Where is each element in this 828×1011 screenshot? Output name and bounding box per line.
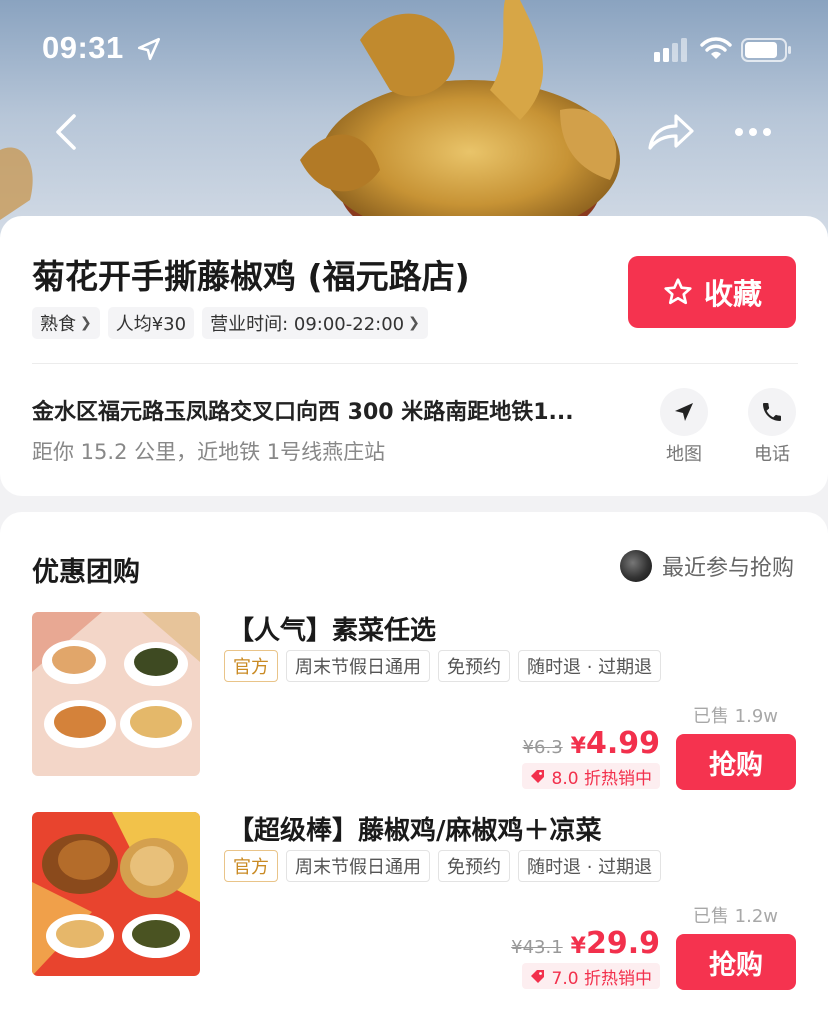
- discount-badge: 7.0 折热销中: [521, 963, 660, 989]
- avg-price-label: 人均¥30: [115, 314, 187, 335]
- sold-count: 已售 1.2w: [692, 906, 778, 927]
- deal-tag: 随时退 · 过期退: [518, 850, 662, 882]
- store-address[interactable]: 金水区福元路玉凤路交叉口向西 300 米路南距地铁1...: [32, 394, 574, 426]
- deal-image: [32, 812, 200, 976]
- original-price: ¥43.1: [511, 937, 563, 958]
- price-block: ¥43.1 ¥29.9 7.0 折热销中: [511, 926, 660, 989]
- chevron-right-icon: ❯: [80, 315, 92, 331]
- phone-button[interactable]: 电话: [737, 388, 807, 466]
- deal-item[interactable]: 【超级棒】藤椒鸡/麻椒鸡＋凉菜 官方 周末节假日通用 免预约 随时退 · 过期退…: [0, 808, 828, 990]
- map-label: 地图: [666, 444, 702, 465]
- avatar: [619, 550, 652, 582]
- official-tag: 官方: [224, 850, 278, 882]
- favorite-label: 收藏: [703, 277, 762, 311]
- deal-tag: 周末节假日通用: [286, 850, 430, 882]
- deal-tag: 随时退 · 过期退: [518, 650, 662, 682]
- discount-label: 8.0 折热销中: [551, 768, 652, 789]
- deal-title: 【人气】素菜任选: [228, 616, 437, 646]
- wifi-icon: [700, 37, 732, 59]
- price-value: 29.9: [585, 926, 660, 961]
- recent-buyers[interactable]: 最近参与抢购: [619, 550, 794, 582]
- store-distance: 距你 15.2 公里，近地铁 1号线燕庄站: [32, 440, 386, 464]
- divider: [32, 363, 798, 364]
- recent-buyers-label: 最近参与抢购: [661, 556, 794, 581]
- price-block: ¥6.3 ¥4.99 8.0 折热销中: [521, 726, 660, 789]
- buy-button[interactable]: 抢购: [676, 734, 796, 790]
- current-price: ¥4.99: [571, 726, 660, 761]
- deal-item[interactable]: 【人气】素菜任选 官方 周末节假日通用 免预约 随时退 · 过期退 已售 1.9…: [0, 608, 828, 790]
- more-icon[interactable]: [732, 118, 774, 146]
- status-bar: 09:31: [0, 30, 828, 70]
- deal-thumbnail[interactable]: [32, 612, 200, 776]
- price-value: 4.99: [585, 726, 660, 761]
- business-hours-tag[interactable]: 营业时间: 09:00-22:00 ❯: [202, 307, 428, 339]
- star-icon: [664, 278, 692, 305]
- currency-symbol: ¥: [570, 934, 586, 959]
- share-icon[interactable]: [646, 110, 696, 154]
- battery-icon: [741, 38, 791, 62]
- deal-tag: 免预约: [438, 850, 510, 882]
- original-price: ¥6.3: [522, 737, 563, 758]
- store-name: 菊花开手撕藤椒鸡 (福元路店): [32, 257, 470, 296]
- store-info-card: 菊花开手撕藤椒鸡 (福元路店) 收藏 熟食 ❯ 人均¥30 营业时间: 09:0…: [0, 216, 828, 496]
- avg-price-tag: 人均¥30: [107, 307, 195, 339]
- map-button[interactable]: 地图: [649, 388, 719, 466]
- deal-thumbnail[interactable]: [32, 812, 200, 976]
- category-tag[interactable]: 熟食 ❯: [32, 307, 100, 339]
- deal-tag: 周末节假日通用: [286, 650, 430, 682]
- deal-tag: 免预约: [438, 650, 510, 682]
- official-tag: 官方: [224, 650, 278, 682]
- discount-label: 7.0 折热销中: [551, 968, 652, 989]
- deal-tags: 官方 周末节假日通用 免预约 随时退 · 过期退: [224, 650, 662, 682]
- back-arrow-icon[interactable]: [50, 112, 84, 152]
- deal-image: [32, 612, 200, 776]
- business-hours-label: 营业时间: 09:00-22:00: [210, 314, 405, 335]
- section-title: 优惠团购: [32, 557, 140, 588]
- sold-count: 已售 1.9w: [692, 706, 778, 727]
- price-tag-icon: [530, 770, 544, 783]
- phone-icon: [763, 403, 781, 421]
- deal-tags: 官方 周末节假日通用 免预约 随时退 · 过期退: [224, 850, 662, 882]
- currency-symbol: ¥: [570, 734, 586, 759]
- current-price: ¥29.9: [571, 926, 660, 961]
- price-tag-icon: [530, 970, 544, 983]
- location-arrow-icon: [137, 37, 161, 61]
- phone-label: 电话: [754, 444, 790, 465]
- cellular-signal-icon: [654, 38, 687, 62]
- buy-button[interactable]: 抢购: [676, 934, 796, 990]
- navigation-arrow-icon: [675, 403, 693, 421]
- group-deals-card: 优惠团购 最近参与抢购 【人气】素菜任选 官方 周末节假日通用 免预约 随时退 …: [0, 512, 828, 1011]
- chevron-right-icon: ❯: [408, 315, 420, 331]
- deal-title: 【超级棒】藤椒鸡/麻椒鸡＋凉菜: [228, 816, 602, 846]
- discount-badge: 8.0 折热销中: [521, 763, 660, 789]
- status-time: 09:31: [42, 30, 124, 65]
- favorite-button[interactable]: 收藏: [628, 256, 796, 328]
- store-tags: 熟食 ❯ 人均¥30 营业时间: 09:00-22:00 ❯: [32, 307, 428, 339]
- category-tag-label: 熟食: [40, 314, 76, 335]
